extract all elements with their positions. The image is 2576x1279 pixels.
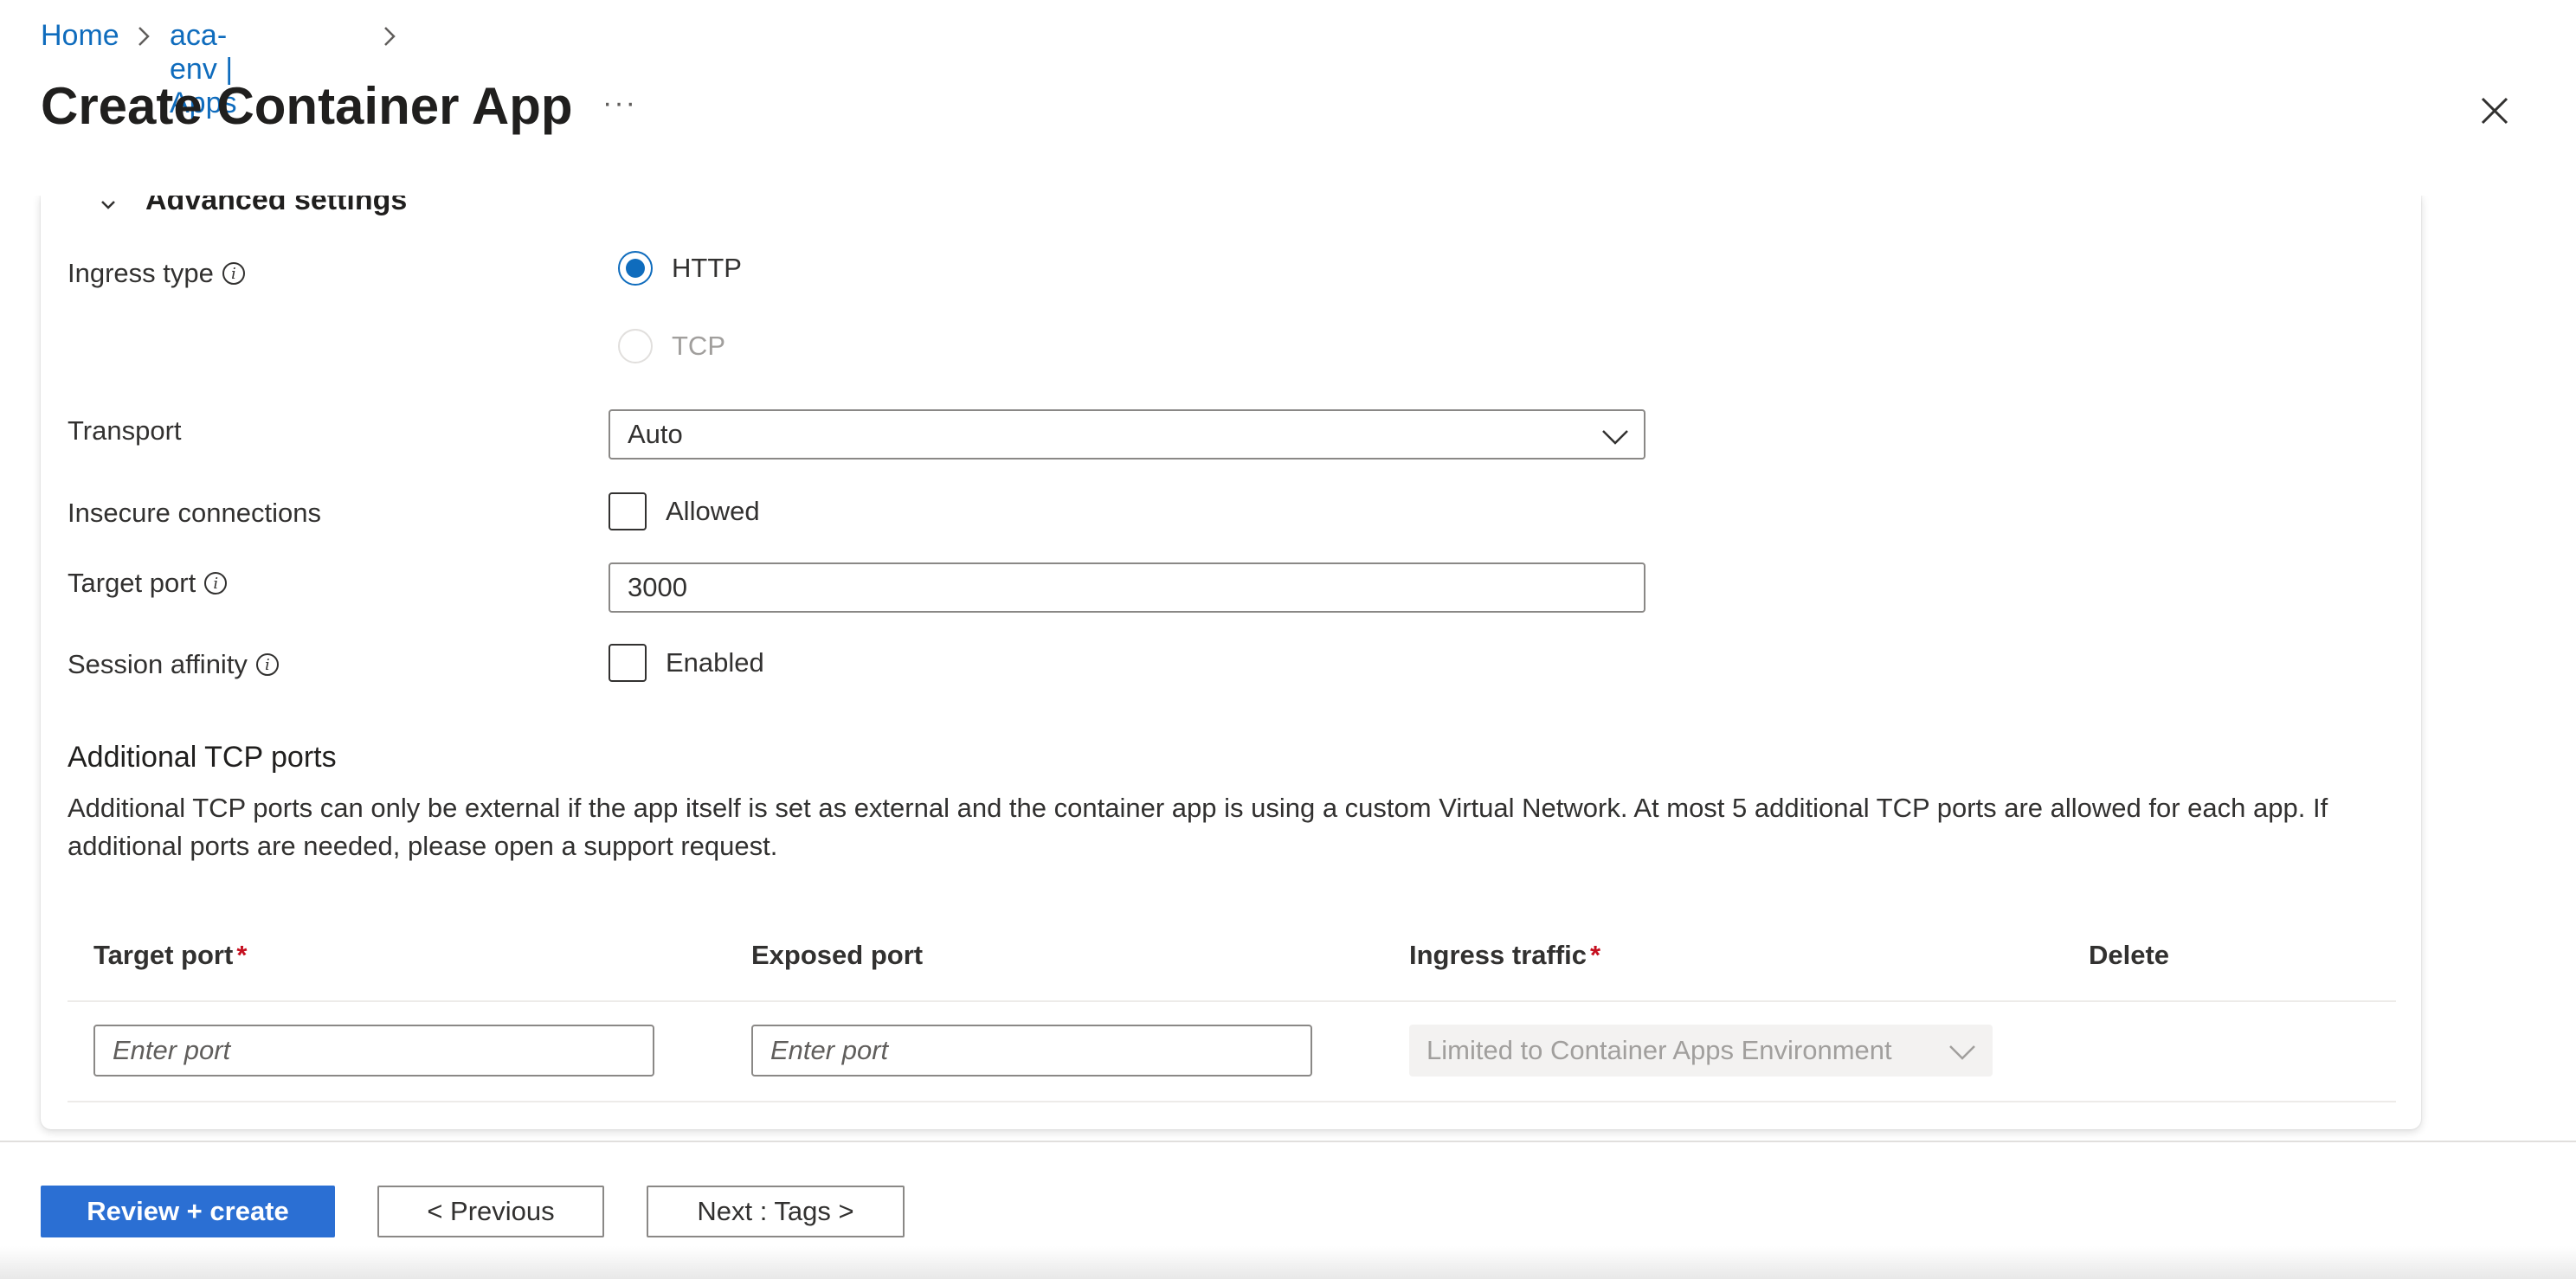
column-header-ingress-traffic: Ingress traffic * — [1409, 940, 1600, 971]
insecure-connections-text: Insecure connections — [68, 498, 321, 528]
scroll-clip — [0, 156, 2576, 196]
chevron-right-icon — [138, 27, 150, 46]
transport-value: Auto — [628, 419, 683, 449]
transport-text: Transport — [68, 415, 182, 446]
table-divider — [68, 1101, 2396, 1102]
column-header-text: Target port — [93, 940, 234, 970]
enabled-checkbox-group[interactable]: Enabled — [609, 644, 764, 682]
ingress-traffic-value: Limited to Container Apps Environment — [1426, 1035, 1892, 1065]
info-icon[interactable]: i — [204, 572, 228, 595]
ingress-traffic-select: Limited to Container Apps Environment — [1409, 1025, 1993, 1077]
next-tags-button[interactable]: Next : Tags > — [647, 1186, 905, 1237]
column-header-text: Ingress traffic — [1409, 940, 1587, 970]
chevron-down-icon — [1602, 430, 1628, 445]
chevron-down-icon — [1949, 1045, 1975, 1060]
breadcrumb-home-link[interactable]: Home — [41, 19, 119, 53]
column-header-exposed-port: Exposed port — [751, 940, 924, 970]
enabled-checkbox-label: Enabled — [666, 647, 764, 678]
radio-button[interactable] — [618, 251, 653, 286]
radio-tcp-label: TCP — [672, 331, 725, 361]
table-divider — [68, 1000, 2396, 1002]
additional-tcp-ports-description: Additional TCP ports can only be externa… — [68, 793, 2328, 861]
info-icon[interactable]: i — [255, 653, 279, 676]
exposed-port-cell-input[interactable]: Enter port — [751, 1025, 1312, 1077]
allowed-checkbox-group[interactable]: Allowed — [609, 492, 760, 530]
radio-http[interactable]: HTTP — [618, 251, 742, 286]
allowed-checkbox[interactable] — [609, 492, 647, 530]
required-marker: * — [1590, 940, 1601, 970]
session-affinity-text: Session affinity — [68, 649, 248, 679]
target-port-cell-input[interactable]: Enter port — [93, 1025, 654, 1077]
advanced-settings-panel — [41, 195, 2421, 1129]
session-affinity-label: Session affinity i — [68, 649, 279, 680]
ingress-type-text: Ingress type — [68, 258, 214, 288]
chevron-right-icon — [384, 27, 396, 46]
transport-label: Transport — [68, 415, 182, 447]
review-create-button[interactable]: Review + create — [41, 1186, 335, 1237]
info-icon[interactable]: i — [222, 262, 245, 285]
footer-divider — [0, 1141, 2576, 1142]
close-icon[interactable] — [2477, 93, 2512, 128]
target-port-label: Target port i — [68, 568, 228, 599]
column-header-target-port: Target port * — [93, 940, 247, 971]
radio-tcp[interactable]: TCP — [618, 329, 725, 363]
insecure-connections-label: Insecure connections — [68, 498, 321, 529]
target-port-text: Target port — [68, 568, 196, 598]
column-header-delete: Delete — [2089, 940, 2170, 970]
allowed-checkbox-label: Allowed — [666, 496, 760, 526]
page-title: Create Container App — [41, 77, 573, 135]
transport-select[interactable]: Auto — [609, 409, 1645, 460]
ingress-type-label: Ingress type i — [68, 258, 245, 289]
additional-tcp-ports-heading: Additional TCP ports — [68, 741, 337, 774]
footer-shadow — [0, 1246, 2576, 1279]
required-marker: * — [236, 940, 248, 970]
target-port-input[interactable]: 3000 — [609, 562, 1645, 613]
more-actions-button[interactable]: ··· — [602, 87, 637, 120]
enabled-checkbox[interactable] — [609, 644, 647, 682]
chevron-down-icon[interactable] — [97, 194, 119, 216]
previous-button[interactable]: < Previous — [377, 1186, 604, 1237]
radio-button[interactable] — [618, 329, 653, 363]
radio-http-label: HTTP — [672, 253, 742, 283]
